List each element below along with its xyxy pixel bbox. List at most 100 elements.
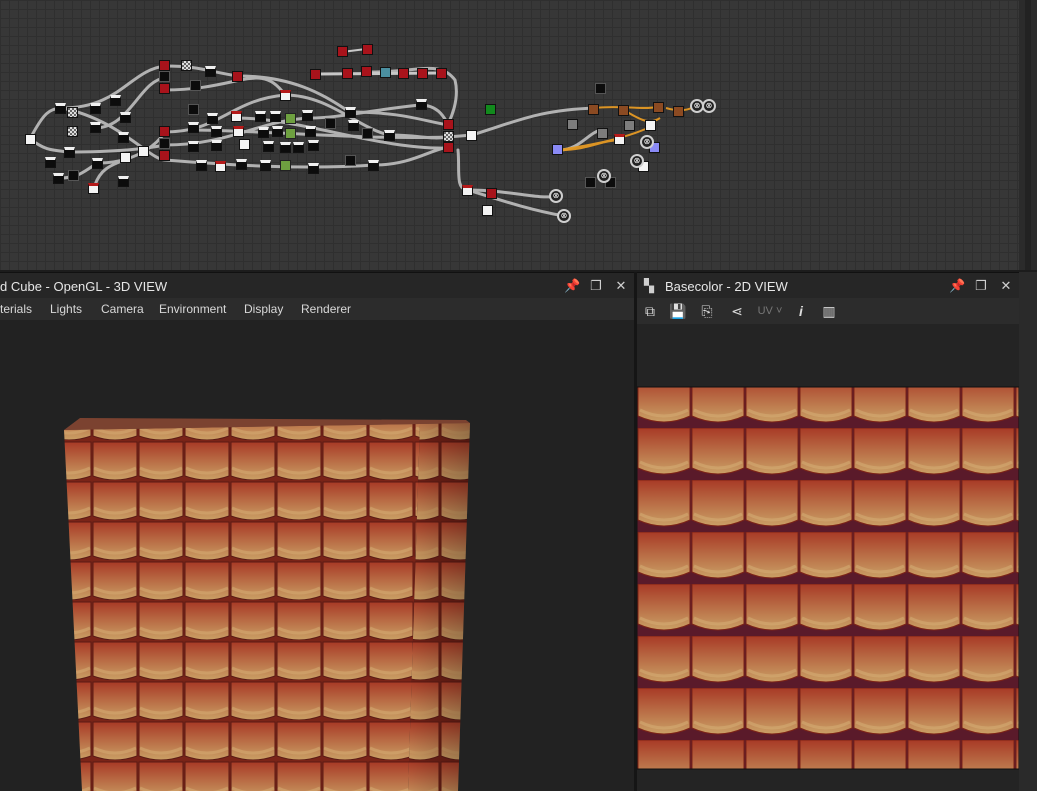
maximize-icon[interactable]: ❐ <box>974 279 988 293</box>
graph-node[interactable] <box>92 158 103 169</box>
graph-node[interactable] <box>552 144 563 155</box>
menu-renderer[interactable]: Renderer <box>301 302 351 316</box>
graph-node[interactable] <box>159 71 170 82</box>
graph-scrollbar[interactable] <box>1019 0 1037 270</box>
menu-environment[interactable]: Environment <box>159 302 226 316</box>
graph-node[interactable] <box>159 138 170 149</box>
graph-node[interactable] <box>618 105 629 116</box>
graph-node[interactable] <box>348 120 359 131</box>
histogram-icon[interactable]: ▥ <box>820 302 838 320</box>
graph-node[interactable] <box>345 155 356 166</box>
output-node-icon[interactable]: ⊗ <box>549 189 563 203</box>
graph-node[interactable] <box>64 147 75 158</box>
graph-node[interactable] <box>362 128 373 139</box>
graph-node[interactable] <box>190 80 201 91</box>
close-icon[interactable]: ✕ <box>614 279 628 293</box>
graph-node[interactable] <box>45 157 56 168</box>
graph-node[interactable] <box>205 66 216 77</box>
graph-node[interactable] <box>416 99 427 110</box>
graph-node[interactable] <box>272 126 283 137</box>
graph-node[interactable] <box>25 134 36 145</box>
menu-display[interactable]: Display <box>244 302 283 316</box>
graph-node[interactable] <box>345 107 356 118</box>
graph-node[interactable] <box>110 95 121 106</box>
output-node-icon[interactable]: ⊗ <box>597 169 611 183</box>
graph-node[interactable] <box>653 102 664 113</box>
graph-node[interactable] <box>368 160 379 171</box>
graph-node[interactable] <box>90 122 101 133</box>
graph-node[interactable] <box>443 131 454 142</box>
graph-node[interactable] <box>188 104 199 115</box>
graph-node[interactable] <box>325 118 336 129</box>
graph-node[interactable] <box>443 142 454 153</box>
graph-node[interactable] <box>211 140 222 151</box>
graph-node[interactable] <box>362 44 373 55</box>
graph-node[interactable] <box>308 163 319 174</box>
graph-node[interactable] <box>188 141 199 152</box>
graph-node[interactable] <box>67 126 78 137</box>
graph-node[interactable] <box>231 111 242 122</box>
graph-node[interactable] <box>196 160 207 171</box>
graph-node[interactable] <box>207 113 218 124</box>
graph-node[interactable] <box>280 160 291 171</box>
graph-node[interactable] <box>462 185 473 196</box>
graph-node[interactable] <box>211 126 222 137</box>
graph-node[interactable] <box>90 103 101 114</box>
info-icon[interactable]: i <box>792 302 810 320</box>
graph-node[interactable] <box>308 140 319 151</box>
graph-node[interactable] <box>236 159 247 170</box>
graph-node[interactable] <box>485 104 496 115</box>
graph-node[interactable] <box>159 60 170 71</box>
uv-dropdown[interactable]: UV ˅ <box>753 302 787 320</box>
graph-node[interactable] <box>118 176 129 187</box>
graph-node[interactable] <box>88 183 99 194</box>
graph-node[interactable] <box>255 111 266 122</box>
graph-node[interactable] <box>280 90 291 101</box>
copy-icon[interactable]: ⎘ <box>698 302 716 320</box>
graph-node[interactable] <box>624 120 635 131</box>
graph-node[interactable] <box>215 161 226 172</box>
graph-node[interactable] <box>285 113 296 124</box>
graph-node[interactable] <box>673 106 684 117</box>
graph-node[interactable] <box>270 111 281 122</box>
graph-node[interactable] <box>305 126 316 137</box>
graph-node[interactable] <box>482 205 493 216</box>
menu-materials[interactable]: terials <box>0 302 32 316</box>
graph-node[interactable] <box>239 139 250 150</box>
graph-node[interactable] <box>181 60 192 71</box>
graph-node[interactable] <box>233 126 244 137</box>
menu-lights[interactable]: Lights <box>50 302 82 316</box>
pin-icon[interactable]: 📌 <box>564 279 580 293</box>
graph-node[interactable] <box>337 46 348 57</box>
output-node-icon[interactable]: ⊗ <box>702 99 716 113</box>
graph-node[interactable] <box>645 120 656 131</box>
close-icon[interactable]: ✕ <box>999 279 1013 293</box>
graph-node[interactable] <box>188 122 199 133</box>
save-icon[interactable]: 💾 <box>669 302 687 320</box>
graph-node[interactable] <box>260 160 271 171</box>
graph-node[interactable] <box>285 128 296 139</box>
share-icon[interactable]: ⋖ <box>728 302 746 320</box>
graph-node[interactable] <box>302 110 313 121</box>
graph-node[interactable] <box>361 66 372 77</box>
graph-node[interactable] <box>380 67 391 78</box>
graph-node[interactable] <box>280 142 291 153</box>
graph-node[interactable] <box>258 127 269 138</box>
graph-node[interactable] <box>614 134 625 145</box>
graph-node[interactable] <box>585 177 596 188</box>
layout-icon[interactable]: ⧉ <box>641 302 659 320</box>
graph-node[interactable] <box>588 104 599 115</box>
graph-node[interactable] <box>118 132 129 143</box>
node-graph[interactable]: ⊗ ⊗ ⊗ ⊗ ⊗ ⊗ ⊗ <box>0 0 1019 270</box>
graph-node[interactable] <box>263 141 274 152</box>
scrollbar-thumb[interactable] <box>1025 0 1031 270</box>
output-node-icon[interactable]: ⊗ <box>557 209 571 223</box>
view3d-viewport[interactable] <box>0 320 634 791</box>
graph-node[interactable] <box>466 130 477 141</box>
graph-node[interactable] <box>486 188 497 199</box>
graph-node[interactable] <box>55 103 66 114</box>
output-node-icon[interactable]: ⊗ <box>640 135 654 149</box>
graph-node[interactable] <box>443 119 454 130</box>
menu-camera[interactable]: Camera <box>101 302 144 316</box>
graph-node[interactable] <box>595 83 606 94</box>
